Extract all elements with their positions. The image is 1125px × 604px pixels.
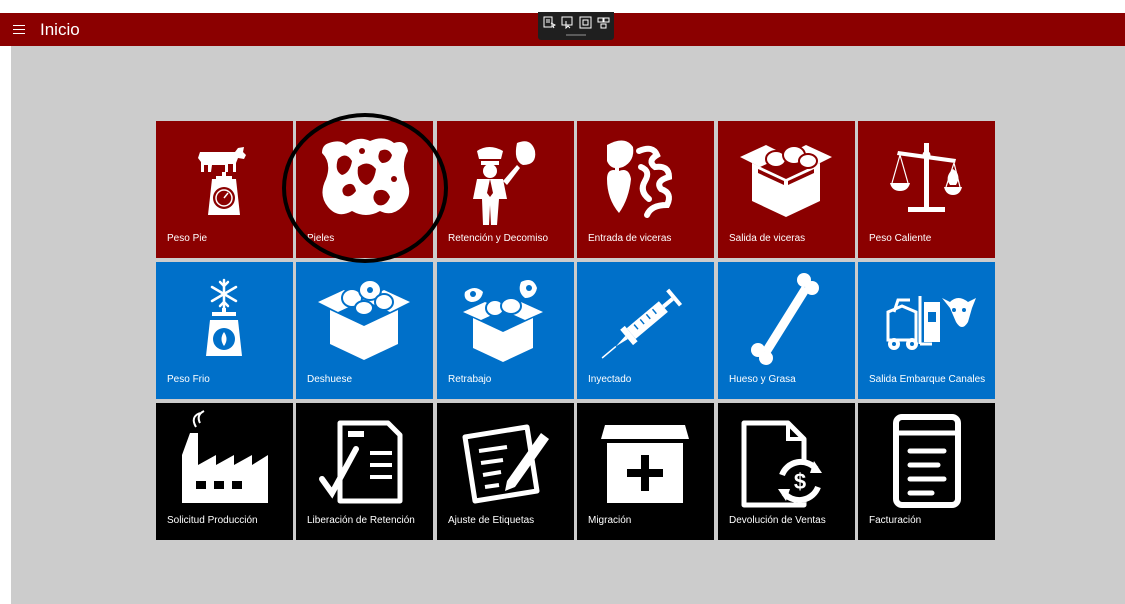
tile-peso-frio[interactable]: Peso Frio [156, 262, 293, 399]
tile-deshuese[interactable]: Deshuese [296, 262, 433, 399]
tile-label: Peso Frio [167, 374, 210, 385]
select-element-icon[interactable] [543, 16, 556, 29]
meat-box-cuts-icon [463, 280, 543, 362]
document-refund-icon: $ [741, 420, 822, 508]
tile-label: Pieles [307, 233, 335, 244]
tile-label: Peso Pie [167, 233, 208, 244]
meat-box-icon [318, 279, 410, 360]
layout-adorner-icon[interactable] [579, 16, 592, 29]
tile-hueso-grasa[interactable]: Hueso y Grasa [718, 262, 855, 399]
tile-ajuste-etiquetas[interactable]: Ajuste de Etiquetas [437, 403, 574, 540]
organs-icon [607, 140, 673, 218]
forklift-cow-icon [886, 296, 976, 350]
tile-label: Inyectado [588, 374, 632, 385]
track-focus-icon[interactable] [597, 16, 610, 29]
tile-label: Migración [588, 515, 632, 526]
invoice-icon [893, 414, 961, 508]
bone-icon [751, 273, 819, 365]
tile-pieles[interactable]: Pieles [296, 121, 433, 258]
factory-icon [182, 410, 268, 503]
cow-on-scale-icon [198, 147, 246, 215]
select-pointer-icon[interactable] [561, 16, 574, 29]
app-window: Inicio Peso Pie Pieles Retención y Decom… [0, 0, 1125, 604]
tile-label: Devolución de Ventas [729, 515, 826, 526]
tile-label: Peso Caliente [869, 233, 932, 244]
tile-solicitud-produccion[interactable]: Solicitud Producción [156, 403, 293, 540]
box-plus-icon [601, 425, 689, 503]
tile-retrabajo[interactable]: Retrabajo [437, 262, 574, 399]
tile-entrada-viceras[interactable]: Entrada de viceras [577, 121, 714, 258]
snowflake-scale-icon [206, 278, 242, 356]
tile-salida-embarque-canales[interactable]: Salida Embarque Canales [858, 262, 995, 399]
tile-peso-pie[interactable]: Peso Pie [156, 121, 293, 258]
hamburger-menu-icon[interactable] [12, 21, 28, 37]
tile-label: Retrabajo [448, 374, 492, 385]
tile-migracion[interactable]: Migración [577, 403, 714, 540]
page-title: Inicio [40, 20, 80, 39]
meat-box-icon [740, 145, 832, 217]
edit-document-icon [462, 424, 549, 504]
tile-peso-caliente[interactable]: Peso Caliente [858, 121, 995, 258]
debug-toolbar [538, 12, 614, 40]
syringe-icon [601, 288, 683, 359]
svg-text:$: $ [794, 469, 806, 494]
cowhide-icon [322, 138, 410, 215]
toolbar-grip[interactable] [566, 34, 586, 36]
tile-label: Entrada de viceras [588, 233, 672, 244]
checklist-document-icon [319, 420, 403, 504]
balance-fire-icon [890, 143, 962, 212]
tile-label: Solicitud Producción [167, 515, 258, 526]
tile-inyectado[interactable]: Inyectado [577, 262, 714, 399]
tile-label: Salida Embarque Canales [869, 374, 986, 385]
tile-label: Salida de viceras [729, 233, 806, 244]
tile-devolucion-ventas[interactable]: $ Devolución de Ventas [718, 403, 855, 540]
tile-label: Deshuese [307, 374, 353, 385]
tile-label: Liberación de Retención [307, 515, 415, 526]
inspector-icon [473, 141, 536, 225]
tile-liberacion-retencion[interactable]: Liberación de Retención [296, 403, 433, 540]
tile-label: Hueso y Grasa [729, 374, 796, 385]
tile-salida-viceras[interactable]: Salida de viceras [718, 121, 855, 258]
tile-label: Retención y Decomiso [448, 233, 549, 244]
tile-label: Facturación [869, 515, 922, 526]
tile-label: Ajuste de Etiquetas [448, 515, 535, 526]
tile-retencion-decomiso[interactable]: Retención y Decomiso [437, 121, 574, 258]
tile-facturacion[interactable]: Facturación [858, 403, 995, 540]
